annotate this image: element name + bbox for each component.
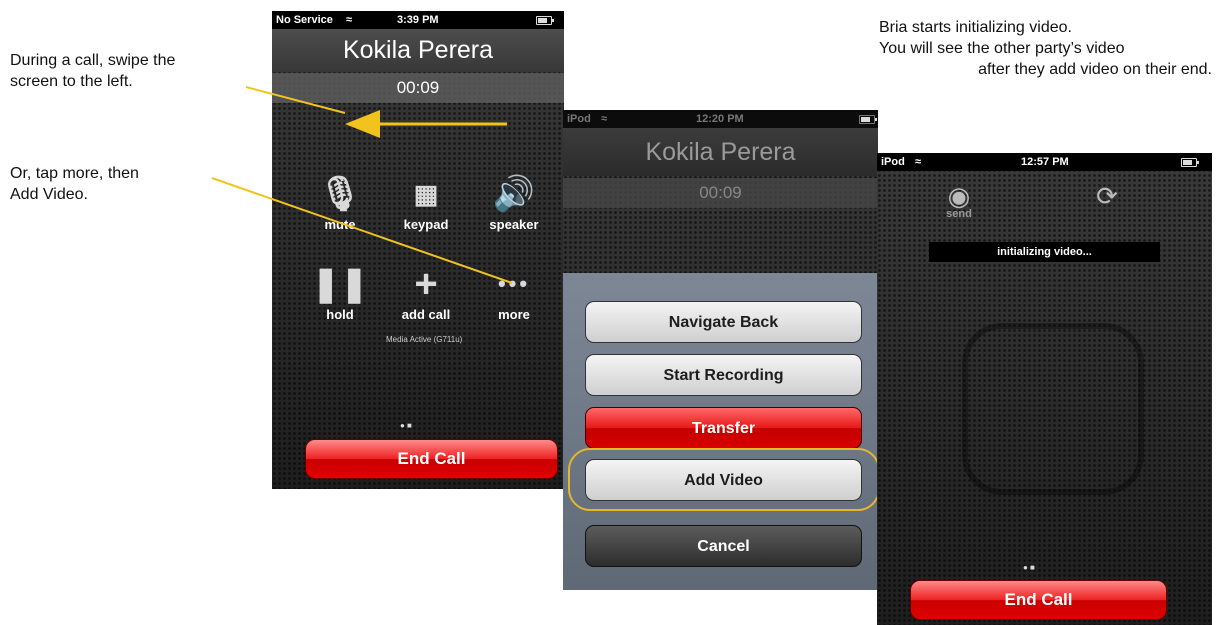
status-bar: No Service ≈ 3:39 PM	[272, 11, 564, 29]
add-call-label: add call	[401, 307, 451, 322]
status-time: 3:39 PM	[397, 14, 439, 26]
switch-camera-button[interactable]: ⟳	[1082, 181, 1132, 212]
wifi-icon: ≈	[346, 14, 353, 26]
add-call-button[interactable]: + add call	[384, 261, 468, 322]
status-time: 12:57 PM	[1021, 156, 1069, 168]
contact-name: Kokila Perera	[272, 29, 564, 71]
send-label: send	[946, 208, 972, 220]
mute-label: mute	[324, 217, 356, 232]
speaker-icon: 🔊	[492, 175, 536, 213]
media-status: Media Active (G711u)	[386, 335, 463, 344]
keypad-icon: ▦	[413, 179, 439, 209]
status-time: 12:20 PM	[696, 113, 744, 125]
annotation-swipe: During a call, swipe the screen to the l…	[10, 52, 176, 90]
more-dots-icon: •••	[497, 271, 531, 296]
mic-muted-icon: 🎙	[318, 175, 362, 213]
action-sheet: Navigate Back Start Recording Transfer A…	[563, 273, 878, 590]
contact-name: Kokila Perera	[563, 128, 878, 176]
speaker-button[interactable]: 🔊 speaker	[472, 171, 556, 232]
speaker-label: speaker	[489, 217, 539, 232]
send-video-button[interactable]: ◉ send	[937, 181, 981, 220]
camera-send-icon: ◉	[947, 181, 971, 211]
carrier-label: iPod	[881, 156, 905, 168]
cancel-button[interactable]: Cancel	[585, 525, 862, 567]
annotation-bria-line1: Bria starts initializing video.	[879, 19, 1072, 36]
phone-call-screen: No Service ≈ 3:39 PM Kokila Perera 00:09…	[272, 11, 564, 489]
switch-camera-icon: ⟳	[1096, 181, 1118, 211]
add-video-highlight	[568, 448, 880, 511]
carrier-label: No Service	[276, 14, 333, 26]
keypad-label: keypad	[403, 217, 449, 232]
battery-icon	[1181, 158, 1199, 167]
hold-button[interactable]: ❚❚ hold	[298, 261, 382, 322]
end-call-button[interactable]: End Call	[910, 580, 1167, 620]
wifi-icon: ≈	[601, 113, 608, 125]
battery-icon	[536, 16, 554, 25]
annotation-bria-line2: You will see the other party’s video	[879, 40, 1125, 57]
status-bar: iPod ≈ 12:20 PM	[563, 110, 878, 128]
navigate-back-button[interactable]: Navigate Back	[585, 301, 862, 343]
hold-label: hold	[326, 307, 354, 322]
status-bar: iPod ≈ 12:57 PM	[877, 153, 1212, 171]
start-recording-button[interactable]: Start Recording	[585, 354, 862, 396]
end-call-button[interactable]: End Call	[305, 439, 558, 479]
phone-video-screen: iPod ≈ 12:57 PM ◉ send ⟳ initializing vi…	[877, 153, 1212, 625]
call-timer: 00:09	[563, 178, 878, 208]
video-placeholder-logo	[962, 323, 1144, 495]
transfer-button[interactable]: Transfer	[585, 407, 862, 449]
more-button[interactable]: ••• more	[472, 261, 556, 322]
keypad-button[interactable]: ▦ keypad	[384, 171, 468, 232]
video-status-bar: initializing video...	[929, 242, 1160, 262]
battery-icon	[859, 115, 877, 124]
mute-button[interactable]: 🎙 mute	[298, 171, 382, 232]
phone-more-menu: iPod ≈ 12:20 PM Kokila Perera 00:09 Navi…	[563, 110, 878, 590]
pause-icon: ❚❚	[311, 265, 369, 303]
more-label: more	[498, 307, 530, 322]
wifi-icon: ≈	[915, 156, 922, 168]
carrier-label: iPod	[567, 113, 591, 125]
annotation-bria-line3: after they add video on their end.	[978, 61, 1212, 78]
annotation-tap-more: Or, tap more, then Add Video.	[10, 165, 139, 203]
page-indicator: ● ■	[400, 421, 412, 430]
plus-icon: +	[414, 262, 438, 306]
page-indicator: ● ■	[1023, 563, 1035, 572]
annotation-bria: Bria starts initializing video. You will…	[852, 17, 1212, 80]
call-timer: 00:09	[272, 73, 564, 103]
